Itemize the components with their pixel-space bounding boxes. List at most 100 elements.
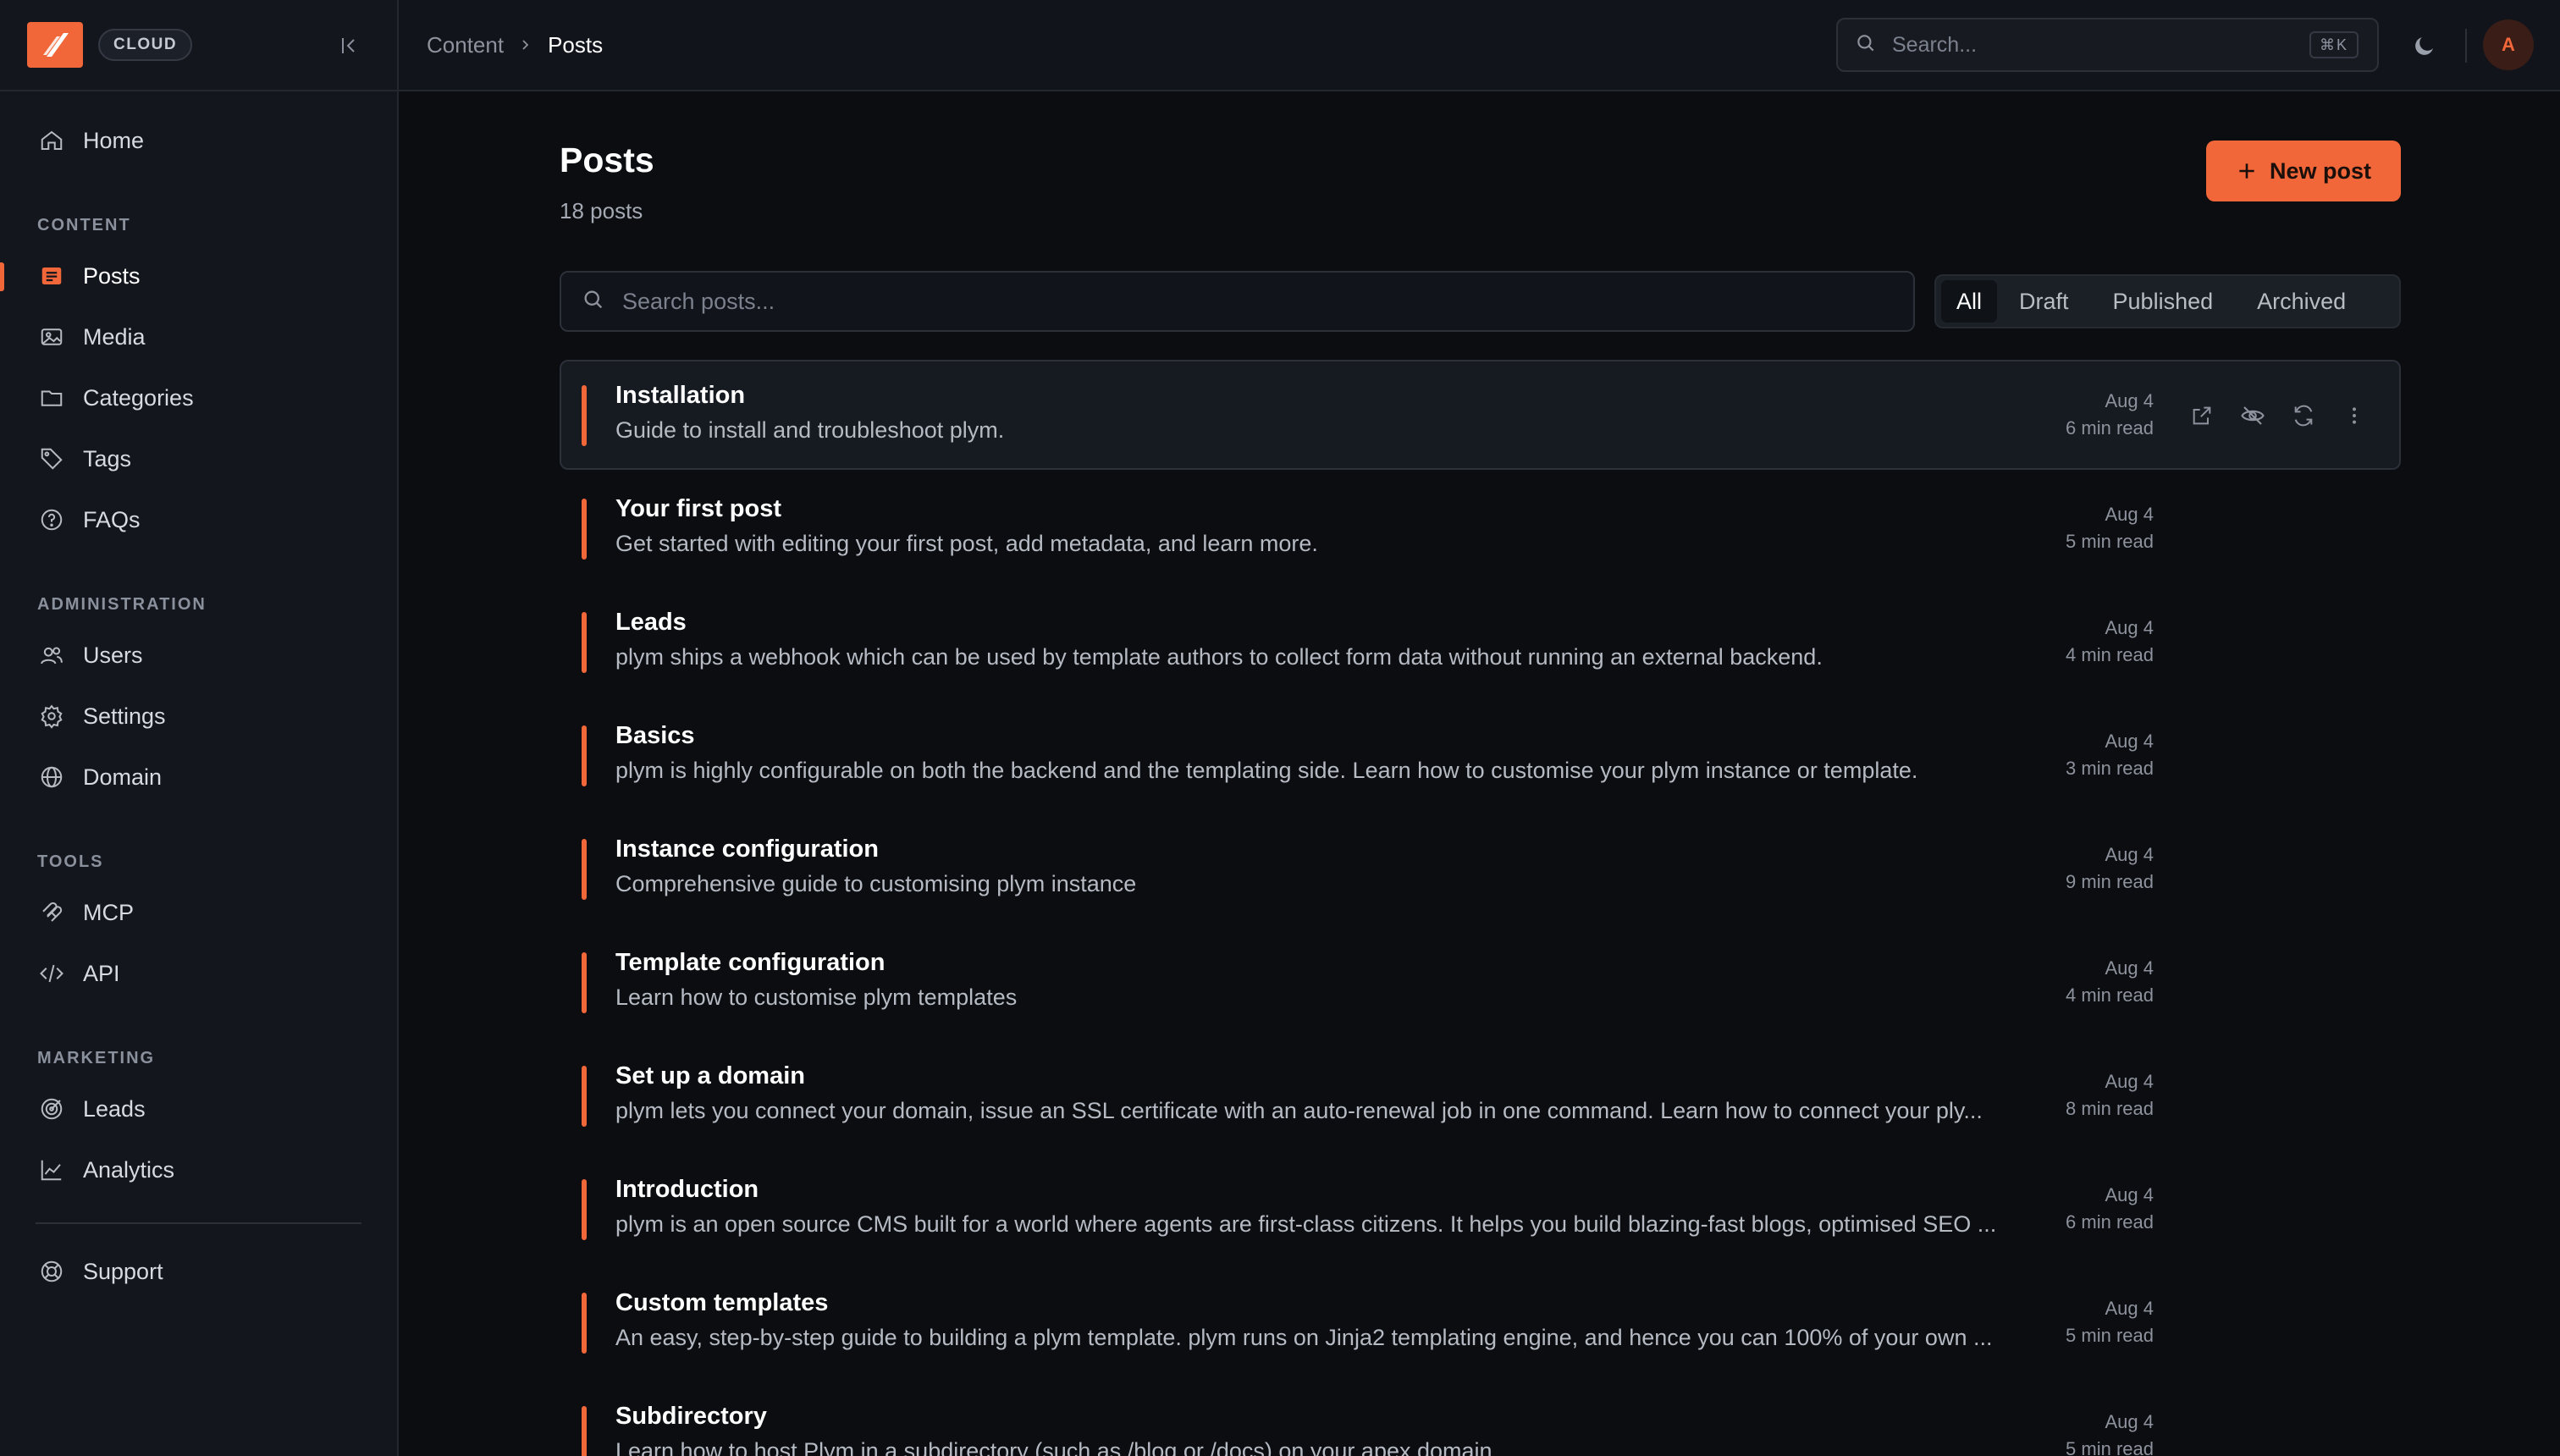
post-list: Installation Guide to install and troubl… — [560, 360, 2401, 1456]
gear-icon — [37, 702, 66, 731]
sidebar-item-categories[interactable]: Categories — [0, 367, 397, 428]
collapse-sidebar-icon[interactable] — [334, 30, 365, 61]
post-title: Custom templates — [615, 1289, 829, 1316]
post-search-input[interactable]: Search posts... — [560, 271, 1915, 332]
target-icon — [37, 1095, 66, 1123]
new-post-label: New post — [2269, 157, 2371, 184]
sidebar-item-tags[interactable]: Tags — [0, 428, 397, 489]
post-search-placeholder: Search posts... — [622, 288, 775, 314]
sidebar-item-label: Users — [83, 642, 143, 668]
post-row[interactable]: Installation Guide to install and troubl… — [560, 360, 2401, 470]
tag-icon — [37, 444, 66, 473]
main-content: Posts 18 posts New post Search posts... … — [399, 93, 2560, 1456]
sidebar-item-label: Analytics — [83, 1156, 175, 1183]
home-icon — [37, 126, 66, 155]
post-accent-bar — [582, 1066, 587, 1127]
post-description: Learn how to customise plym templates — [615, 984, 1018, 1010]
post-row[interactable]: Set up a domain plym lets you connect yo… — [560, 1040, 2401, 1150]
post-description: plym lets you connect your domain, issue… — [615, 1098, 1983, 1123]
tab-all[interactable]: All — [1941, 280, 1998, 323]
post-date: Aug 4 — [2105, 844, 2154, 865]
post-description: plym ships a webhook which can be used b… — [615, 644, 1823, 670]
post-read-time: 5 min read — [2066, 1325, 2154, 1346]
sidebar-item-domain[interactable]: Domain — [0, 747, 397, 808]
sidebar-item-posts[interactable]: Posts — [0, 245, 397, 306]
plus-icon — [2236, 160, 2258, 182]
tab-archived[interactable]: Archived — [2235, 280, 2368, 323]
post-row[interactable]: Leads plym ships a webhook which can be … — [560, 587, 2401, 697]
post-row[interactable]: Instance configuration Comprehensive gui… — [560, 813, 2401, 924]
globe-icon — [37, 763, 66, 791]
nav-section-content: CONTENT — [37, 216, 131, 234]
external-link-icon[interactable] — [2185, 399, 2219, 433]
global-search-placeholder: Search... — [1892, 32, 1978, 57]
breadcrumb: Content Posts — [399, 32, 603, 58]
post-row[interactable]: Your first post Get started with editing… — [560, 473, 2401, 583]
post-date: Aug 4 — [2105, 390, 2154, 411]
sidebar-item-leads[interactable]: Leads — [0, 1078, 397, 1139]
post-read-time: 6 min read — [2066, 1211, 2154, 1233]
post-date: Aug 4 — [2105, 1298, 2154, 1319]
post-description: An easy, step-by-step guide to building … — [615, 1325, 1993, 1350]
post-read-time: 4 min read — [2066, 644, 2154, 665]
post-title: Instance configuration — [615, 836, 879, 863]
new-post-button[interactable]: New post — [2206, 141, 2401, 201]
global-search-input[interactable]: Search... ⌘K — [1836, 18, 2379, 72]
sidebar-item-settings[interactable]: Settings — [0, 686, 397, 747]
post-read-time: 5 min read — [2066, 1438, 2154, 1456]
post-row[interactable]: Introduction plym is an open source CMS … — [560, 1154, 2401, 1264]
post-accent-bar — [582, 839, 587, 900]
nav-section-marketing: MARKETING — [37, 1049, 156, 1067]
post-read-time: 5 min read — [2066, 531, 2154, 552]
sidebar-item-users[interactable]: Users — [0, 625, 397, 686]
post-description: Get started with editing your first post… — [615, 531, 1318, 556]
post-accent-bar — [582, 385, 587, 446]
sidebar-item-api[interactable]: API — [0, 943, 397, 1004]
post-date: Aug 4 — [2105, 957, 2154, 979]
nav-section-tools: TOOLS — [37, 852, 104, 871]
post-accent-bar — [582, 725, 587, 786]
sidebar-item-media[interactable]: Media — [0, 306, 397, 367]
post-accent-bar — [582, 952, 587, 1013]
chart-icon — [37, 1155, 66, 1184]
cloud-badge: CLOUD — [98, 29, 193, 61]
post-row[interactable]: Basics plym is highly configurable on bo… — [560, 700, 2401, 810]
dark-mode-toggle-icon[interactable] — [2408, 29, 2441, 63]
users-icon — [37, 641, 66, 670]
plym-logo[interactable] — [27, 22, 83, 68]
post-accent-bar — [582, 1406, 587, 1456]
post-row[interactable]: Custom templates An easy, step-by-step g… — [560, 1267, 2401, 1377]
post-title: Subdirectory — [615, 1403, 767, 1430]
post-title: Introduction — [615, 1176, 759, 1203]
post-date: Aug 4 — [2105, 1184, 2154, 1205]
topbar: Content Posts Search... ⌘K — [399, 0, 2560, 91]
breadcrumb-content-link[interactable]: Content — [427, 32, 504, 58]
post-description: Guide to install and troubleshoot plym. — [615, 417, 1005, 443]
post-row[interactable]: Template configuration Learn how to cust… — [560, 927, 2401, 1037]
sidebar-item-mcp[interactable]: MCP — [0, 882, 397, 943]
sidebar-item-home[interactable]: Home — [0, 110, 397, 171]
breadcrumb-current: Posts — [548, 31, 604, 58]
post-accent-bar — [582, 1179, 587, 1240]
post-description: plym is an open source CMS built for a w… — [615, 1211, 1997, 1237]
sidebar-item-label: Home — [83, 127, 145, 153]
tab-draft[interactable]: Draft — [1997, 280, 2091, 323]
sidebar-header: CLOUD — [0, 0, 397, 91]
sidebar-item-analytics[interactable]: Analytics — [0, 1139, 397, 1200]
post-row[interactable]: Subdirectory Learn how to host Plym in a… — [560, 1381, 2401, 1456]
tab-published[interactable]: Published — [2091, 280, 2236, 323]
post-date: Aug 4 — [2105, 731, 2154, 752]
post-description: Learn how to host Plym in a subdirectory… — [615, 1438, 1499, 1456]
post-description: Comprehensive guide to customising plym … — [615, 871, 1137, 896]
post-title: Your first post — [615, 495, 782, 522]
avatar[interactable]: A — [2483, 19, 2534, 70]
search-icon — [1855, 32, 1877, 58]
refresh-icon[interactable] — [2287, 399, 2320, 433]
sidebar-nav: Home CONTENT Posts Media Categories Tags — [0, 91, 397, 1302]
sidebar-item-faqs[interactable]: FAQs — [0, 489, 397, 550]
eye-off-icon[interactable] — [2236, 399, 2270, 433]
more-vertical-icon[interactable] — [2337, 399, 2371, 433]
posts-icon — [37, 262, 66, 290]
search-icon — [582, 288, 605, 316]
sidebar-item-support[interactable]: Support — [0, 1241, 397, 1302]
